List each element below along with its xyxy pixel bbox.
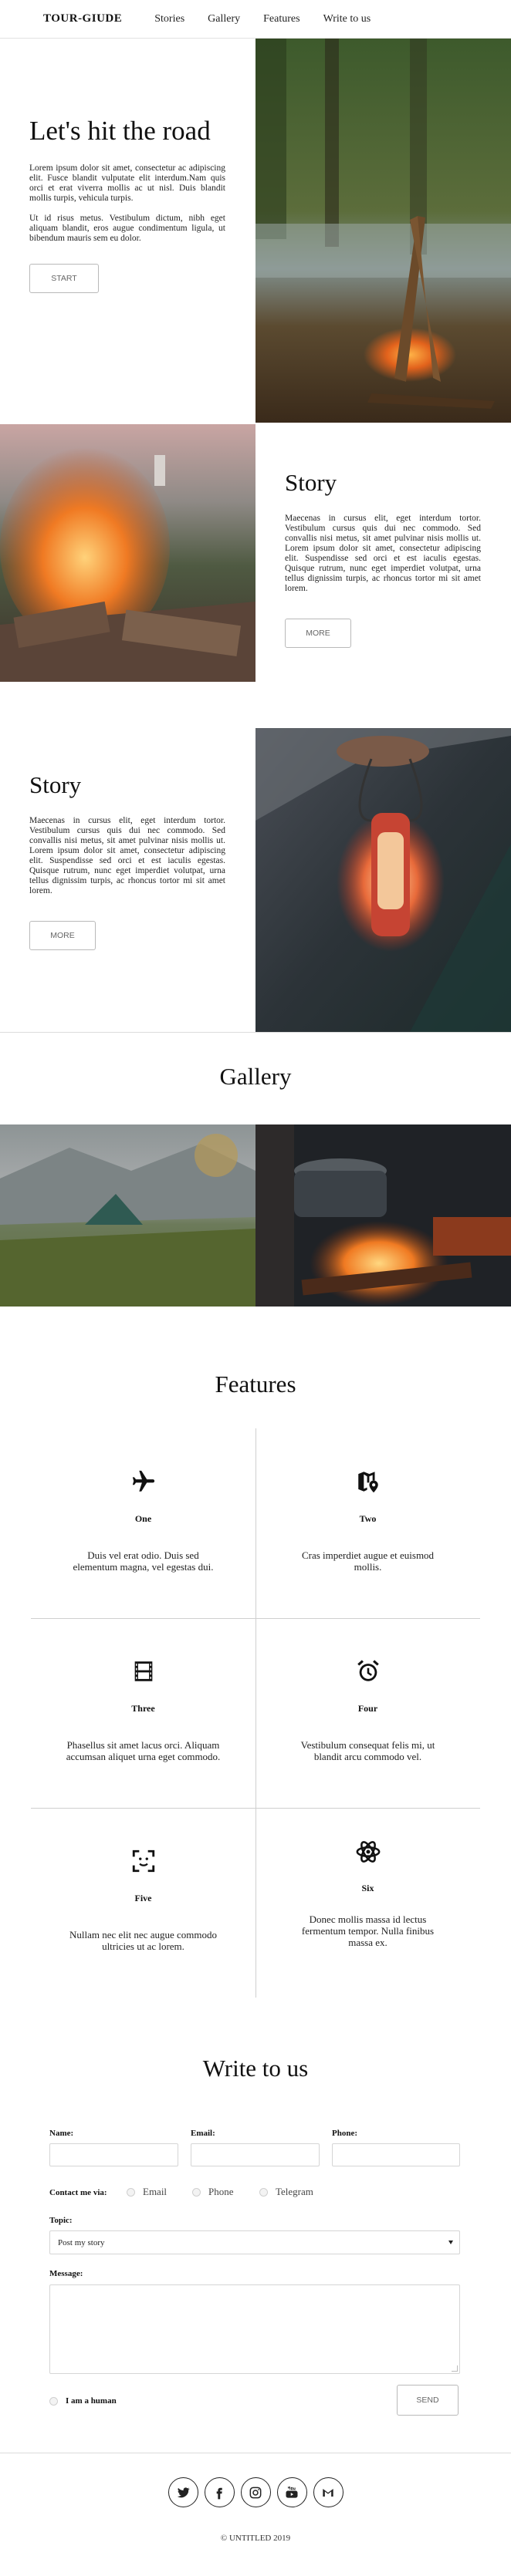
campfire-photo xyxy=(255,39,511,423)
nav-link-write-to-us[interactable]: Write to us xyxy=(323,13,371,25)
airplane-icon xyxy=(132,1470,154,1492)
lantern-photo xyxy=(255,728,511,1032)
section-divider xyxy=(0,1032,511,1033)
social-links xyxy=(0,2477,511,2507)
gmail-icon[interactable] xyxy=(313,2477,343,2507)
radio-telegram-label: Telegram xyxy=(276,2186,313,2197)
feature-one: One Duis vel erat odio. Duis sed element… xyxy=(31,1428,255,1618)
phone-label: Phone: xyxy=(332,2129,357,2138)
site-logo[interactable]: TOUR-GIUDE xyxy=(43,12,122,25)
feature-four-name: Four xyxy=(357,1703,378,1714)
cooking-fire-photo[interactable] xyxy=(255,1124,511,1307)
topic-select[interactable]: Post my story xyxy=(49,2230,460,2254)
gallery-title: Gallery xyxy=(219,1063,292,1090)
instagram-icon[interactable] xyxy=(240,2477,271,2507)
feature-one-name: One xyxy=(134,1513,152,1524)
story-2-paragraph: Maecenas in cursus elit, eget interdum t… xyxy=(29,816,225,895)
copyright: © UNTITLED 2019 xyxy=(220,2534,291,2543)
topic-selected-value: Post my story xyxy=(58,2237,105,2247)
radio-phone-label: Phone xyxy=(208,2186,234,2197)
feature-six: Six Donec mollis massa id lectus ferment… xyxy=(255,1808,480,1998)
email-label: Email: xyxy=(191,2129,215,2138)
feature-six-desc: Donec mollis massa id lectus fermentum t… xyxy=(301,1913,435,1948)
story-1-more-button[interactable]: MORE xyxy=(285,619,351,648)
message-textarea[interactable] xyxy=(49,2284,460,2374)
feature-three-desc: Phasellus sit amet lacus orci. Aliquam a… xyxy=(66,1739,221,1762)
topic-label: Topic: xyxy=(49,2216,73,2225)
feature-five-name: Five xyxy=(134,1893,152,1903)
feature-two: Two Cras imperdiet augue et euismod moll… xyxy=(255,1428,480,1618)
radio-phone-dot[interactable] xyxy=(192,2187,201,2197)
radio-email-label: Email xyxy=(143,2186,168,2197)
human-checkbox-label: I am a human xyxy=(66,2396,117,2406)
radio-telegram[interactable]: Telegram xyxy=(259,2186,313,2198)
tent-photo[interactable] xyxy=(0,1124,255,1307)
atom-icon xyxy=(356,1841,380,1863)
feature-four: Four Vestibulum consequat felis mi, ut b… xyxy=(255,1618,480,1808)
story-2-title: Story xyxy=(29,771,82,798)
feature-two-name: Two xyxy=(359,1513,377,1524)
chevron-down-icon xyxy=(448,2241,453,2244)
phone-input[interactable] xyxy=(332,2143,460,2166)
story-1-paragraph: Maecenas in cursus elit, eget interdum t… xyxy=(285,514,481,593)
alarm-clock-icon xyxy=(357,1660,379,1681)
feature-five: Five Nullam nec elit nec augue commodo u… xyxy=(31,1808,255,1998)
features-title: Features xyxy=(215,1371,296,1398)
feature-five-desc: Nullam nec elit nec augue commodo ultric… xyxy=(69,1929,217,1952)
radio-email-dot[interactable] xyxy=(127,2187,135,2197)
story-1-title: Story xyxy=(285,469,337,496)
email-input[interactable] xyxy=(191,2143,320,2166)
map-pin-icon xyxy=(357,1472,378,1493)
nav-link-features[interactable]: Features xyxy=(263,13,299,25)
feature-three-name: Three xyxy=(131,1703,155,1714)
name-input[interactable] xyxy=(49,2143,178,2166)
feature-one-desc: Duis vel erat odio. Duis sed elementum m… xyxy=(73,1549,214,1573)
message-label: Message: xyxy=(49,2269,83,2278)
name-label: Name: xyxy=(49,2129,74,2138)
face-scan-icon xyxy=(132,1849,154,1873)
features-grid: One Duis vel erat odio. Duis sed element… xyxy=(31,1428,480,1998)
story-1-text: Story Maecenas in cursus elit, eget inte… xyxy=(285,469,481,648)
feature-three: Three Phasellus sit amet lacus orci. Ali… xyxy=(31,1618,255,1808)
feature-two-desc: Cras imperdiet augue et euismod mollis. xyxy=(301,1549,435,1573)
hero-title: Let's hit the road xyxy=(29,116,211,146)
contact-title: Write to us xyxy=(202,2055,309,2082)
hero-text: Let's hit the road Lorem ipsum dolor sit… xyxy=(29,116,225,293)
bonfire-photo xyxy=(0,424,255,682)
story-2-text: Story Maecenas in cursus elit, eget inte… xyxy=(29,771,225,950)
hero-paragraph-2: Ut id risus metus. Vestibulum dictum, ni… xyxy=(29,214,225,243)
twitter-icon[interactable] xyxy=(168,2477,198,2507)
feature-four-desc: Vestibulum consequat felis mi, ut blandi… xyxy=(300,1739,435,1762)
top-navbar: TOUR-GIUDE Stories Gallery Features Writ… xyxy=(0,0,511,39)
radio-telegram-dot[interactable] xyxy=(259,2187,268,2197)
story-2-more-button[interactable]: MORE xyxy=(29,921,96,950)
human-checkbox-box[interactable] xyxy=(49,2396,58,2406)
film-icon xyxy=(134,1661,152,1681)
nav-link-gallery[interactable]: Gallery xyxy=(208,13,240,25)
feature-six-name: Six xyxy=(361,1883,374,1893)
human-checkbox[interactable]: I am a human xyxy=(49,2396,117,2406)
hero-paragraph-1: Lorem ipsum dolor sit amet, consectetur … xyxy=(29,164,225,203)
nav-link-stories[interactable]: Stories xyxy=(154,13,184,25)
send-button[interactable]: SEND xyxy=(397,2385,459,2416)
contact-via-label: Contact me via: xyxy=(49,2188,107,2197)
resize-handle-icon[interactable] xyxy=(452,2365,458,2372)
youtube-icon[interactable] xyxy=(276,2477,307,2507)
facebook-icon[interactable] xyxy=(204,2477,235,2507)
start-button[interactable]: START xyxy=(29,264,99,293)
radio-phone[interactable]: Phone xyxy=(192,2186,234,2198)
radio-email[interactable]: Email xyxy=(127,2186,167,2198)
